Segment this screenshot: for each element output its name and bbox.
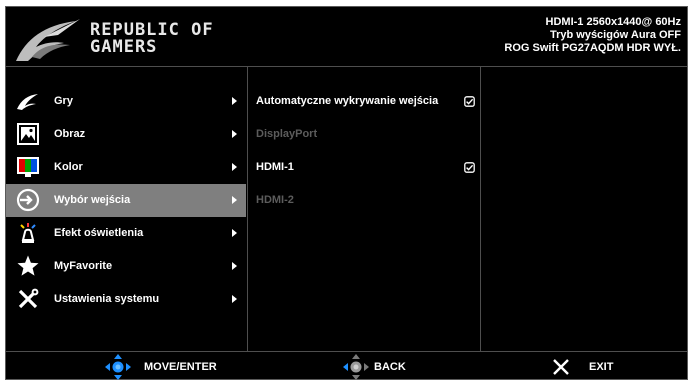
menu-label-wybor-wejscia: Wybór wejścia (54, 194, 131, 206)
star-icon (17, 255, 39, 276)
menu-item-obraz[interactable]: Obraz (6, 118, 246, 151)
main-menu: Gry Obraz Kolor Wybór wejścia Efekt oświ… (6, 67, 248, 351)
menu-label-myfavorite: MyFavorite (54, 260, 113, 272)
menu-item-ustawienia-systemu[interactable]: Ustawienia systemu (6, 283, 246, 316)
input-select-icon (16, 188, 40, 212)
menu-item-gry[interactable]: Gry (6, 85, 246, 118)
submenu-label-hdmi-2: HDMI-2 (256, 194, 294, 206)
status-model-hdr: ROG Swift PG27AQDM HDR WYŁ. (504, 42, 681, 54)
rog-eye-icon (17, 94, 38, 110)
submenu-label-auto-detect: Automatyczne wykrywanie wejścia (256, 95, 439, 107)
menu-label-obraz: Obraz (54, 128, 86, 140)
picture-icon (17, 123, 39, 145)
menu-label-gry: Gry (54, 95, 73, 107)
exit-button[interactable]: EXIT (551, 352, 641, 381)
status-input-resolution: HDMI-1 2560x1440@ 60Hz (545, 16, 681, 28)
back-label: BACK (374, 361, 406, 373)
brand-line-2: GAMERS (90, 37, 158, 57)
submenu-label-displayport: DisplayPort (256, 128, 318, 140)
submenu-detail-panel (481, 67, 689, 351)
submenu-input-select: Automatyczne wykrywanie wejścia DisplayP… (248, 67, 481, 351)
checkbox-checked-icon (464, 162, 475, 173)
light-effect-icon (20, 223, 36, 243)
osd-menu: REPUBLIC OF GAMERS HDMI-1 2560x1440@ 60H… (5, 6, 688, 380)
submenu-item-displayport: DisplayPort (248, 118, 481, 151)
submenu-item-auto-detect[interactable]: Automatyczne wykrywanie wejścia (248, 85, 481, 118)
chevron-right-icon (232, 97, 237, 105)
menu-item-myfavorite[interactable]: MyFavorite (6, 250, 246, 283)
move-enter-label: MOVE/ENTER (144, 361, 217, 373)
brand-wordmark: REPUBLIC OF GAMERS (90, 22, 214, 57)
chevron-right-icon (232, 262, 237, 270)
chevron-right-icon (232, 295, 237, 303)
exit-label: EXIT (589, 361, 614, 373)
tools-icon (18, 288, 39, 309)
menu-item-wybor-wejscia[interactable]: Wybór wejścia (6, 184, 246, 217)
osd-header: REPUBLIC OF GAMERS HDMI-1 2560x1440@ 60H… (6, 7, 687, 67)
chevron-right-icon (232, 196, 237, 204)
chevron-right-icon (232, 130, 237, 138)
color-bars-icon (17, 157, 39, 177)
menu-label-efekt-oswietlenia: Efekt oświetlenia (54, 227, 144, 239)
joystick-back-icon (343, 354, 369, 380)
submenu-label-hdmi-1: HDMI-1 (256, 161, 294, 173)
back-button[interactable]: BACK (342, 352, 442, 381)
status-info: HDMI-1 2560x1440@ 60Hz Tryb wyścigów Aur… (504, 16, 681, 55)
chevron-right-icon (232, 163, 237, 171)
submenu-item-hdmi-1[interactable]: HDMI-1 (248, 151, 481, 184)
menu-label-kolor: Kolor (54, 161, 83, 173)
menu-item-kolor[interactable]: Kolor (6, 151, 246, 184)
menu-label-ustawienia-systemu: Ustawienia systemu (54, 293, 160, 305)
move-enter-button[interactable]: MOVE/ENTER (104, 352, 254, 381)
close-icon (553, 359, 569, 375)
chevron-right-icon (232, 229, 237, 237)
joystick-move-icon (105, 354, 131, 380)
osd-footer: MOVE/ENTER BACK EXIT (6, 351, 687, 381)
submenu-item-hdmi-2: HDMI-2 (248, 184, 481, 217)
status-mode-aura: Tryb wyścigów Aura OFF (549, 29, 681, 41)
brand-line-1: REPUBLIC OF (90, 20, 214, 40)
checkbox-checked-icon (464, 96, 475, 107)
menu-item-efekt-oswietlenia[interactable]: Efekt oświetlenia (6, 217, 246, 250)
rog-logo-icon (16, 19, 80, 61)
